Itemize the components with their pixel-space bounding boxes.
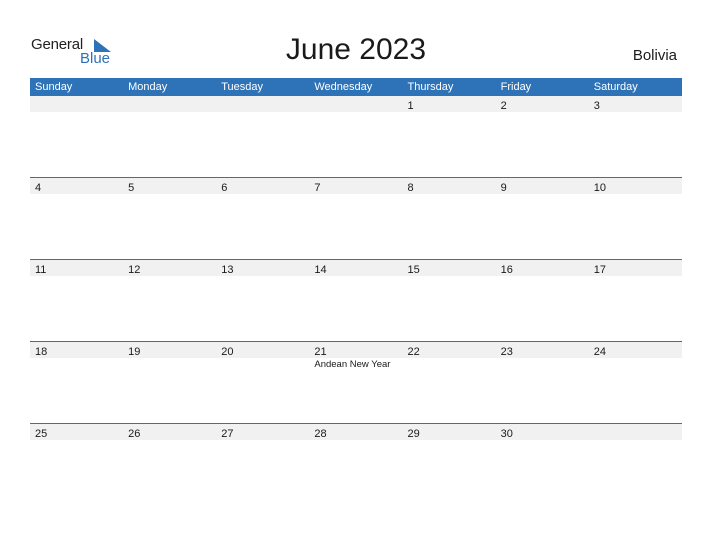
day-number: 10 bbox=[593, 182, 606, 194]
day-cell: 21 bbox=[309, 342, 402, 358]
day-number: 28 bbox=[314, 428, 327, 440]
day-cell bbox=[589, 424, 682, 440]
holiday-label bbox=[30, 358, 123, 371]
day-cell: 16 bbox=[496, 260, 589, 276]
day-cell: 18 bbox=[30, 342, 123, 358]
day-number-strip: 18 19 20 21 22 23 24 bbox=[30, 342, 682, 358]
day-cell: 7 bbox=[309, 178, 402, 194]
day-cell: 27 bbox=[216, 424, 309, 440]
day-cell: 9 bbox=[496, 178, 589, 194]
day-cell: 29 bbox=[403, 424, 496, 440]
day-number-strip: 25 26 27 28 29 30 bbox=[30, 424, 682, 440]
day-cell: 6 bbox=[216, 178, 309, 194]
day-cell: 14 bbox=[309, 260, 402, 276]
day-cell: 25 bbox=[30, 424, 123, 440]
weekday-thursday: Thursday bbox=[407, 81, 454, 93]
day-number: 30 bbox=[500, 428, 513, 440]
day-cell: 22 bbox=[403, 342, 496, 358]
weekday-header: Sunday Monday Tuesday Wednesday Thursday… bbox=[30, 78, 682, 96]
day-cell: 30 bbox=[496, 424, 589, 440]
day-cell: 24 bbox=[589, 342, 682, 358]
day-cell: 11 bbox=[30, 260, 123, 276]
day-number: 1 bbox=[407, 100, 414, 112]
day-number: 14 bbox=[314, 264, 327, 276]
day-cell: 19 bbox=[123, 342, 216, 358]
day-cell: 4 bbox=[30, 178, 123, 194]
weekday-saturday: Saturday bbox=[593, 81, 638, 93]
page-title: June 2023 bbox=[285, 33, 427, 66]
day-number: 24 bbox=[593, 346, 606, 358]
country-label: Bolivia bbox=[632, 47, 677, 64]
day-number: 20 bbox=[221, 346, 234, 358]
day-number: 29 bbox=[407, 428, 420, 440]
day-number: 15 bbox=[407, 264, 420, 276]
weekday-friday: Friday bbox=[500, 81, 532, 93]
day-number: 2 bbox=[500, 100, 507, 112]
week-row: 25 26 27 28 29 30 bbox=[30, 423, 682, 505]
holiday-label bbox=[403, 358, 496, 371]
day-number: 26 bbox=[128, 428, 141, 440]
week-row: 18 19 20 21 22 23 24 Andean New Year bbox=[30, 341, 682, 423]
day-number: 11 bbox=[35, 264, 47, 276]
calendar-grid: Sunday Monday Tuesday Wednesday Thursday… bbox=[30, 78, 682, 505]
weekday-sunday: Sunday bbox=[35, 81, 73, 93]
holiday-label bbox=[496, 358, 589, 371]
day-cell: 15 bbox=[403, 260, 496, 276]
weekday-wednesday: Wednesday bbox=[314, 81, 373, 93]
day-cell: 8 bbox=[403, 178, 496, 194]
holiday-label: Andean New Year bbox=[314, 359, 391, 370]
day-number: 8 bbox=[407, 182, 414, 194]
day-number: 3 bbox=[593, 100, 600, 112]
day-number: 16 bbox=[500, 264, 513, 276]
day-number-strip: 1 2 3 bbox=[30, 96, 682, 112]
day-cell: 28 bbox=[309, 424, 402, 440]
day-number: 9 bbox=[500, 182, 507, 194]
day-number: 12 bbox=[128, 264, 141, 276]
day-cell bbox=[30, 96, 123, 112]
day-cell bbox=[123, 96, 216, 112]
day-cell: 12 bbox=[123, 260, 216, 276]
day-number: 18 bbox=[35, 346, 48, 358]
day-number: 21 bbox=[314, 346, 327, 358]
day-cell: 3 bbox=[589, 96, 682, 112]
day-cell bbox=[216, 96, 309, 112]
day-number: 27 bbox=[221, 428, 234, 440]
day-number: 7 bbox=[314, 182, 321, 194]
day-number-strip: 11 12 13 14 15 16 17 bbox=[30, 260, 682, 276]
day-number: 25 bbox=[35, 428, 48, 440]
day-cell: 20 bbox=[216, 342, 309, 358]
week-row: 11 12 13 14 15 16 17 bbox=[30, 259, 682, 341]
day-number: 17 bbox=[593, 264, 606, 276]
day-cell: 26 bbox=[123, 424, 216, 440]
weekday-monday: Monday bbox=[128, 81, 168, 93]
holiday-label bbox=[216, 358, 309, 371]
day-cell: 13 bbox=[216, 260, 309, 276]
day-cell: 10 bbox=[589, 178, 682, 194]
week-row: 4 5 6 7 8 9 10 bbox=[30, 177, 682, 259]
day-number: 22 bbox=[407, 346, 420, 358]
day-number: 23 bbox=[500, 346, 513, 358]
day-number: 5 bbox=[128, 182, 135, 194]
day-number: 13 bbox=[221, 264, 234, 276]
holiday-label bbox=[589, 358, 682, 371]
week-row: 1 2 3 bbox=[30, 96, 682, 177]
holiday-label bbox=[123, 358, 216, 371]
day-number-strip: 4 5 6 7 8 9 10 bbox=[30, 178, 682, 194]
day-cell: 5 bbox=[123, 178, 216, 194]
day-cell: 17 bbox=[589, 260, 682, 276]
events-strip: Andean New Year bbox=[30, 358, 682, 371]
day-cell: 23 bbox=[496, 342, 589, 358]
day-number: 4 bbox=[35, 182, 42, 194]
weeks-container: 1 2 3 4 5 6 7 8 9 10 11 12 13 14 15 16 17 18 19 20 21 22 23 24 A… bbox=[30, 96, 682, 505]
day-cell: 2 bbox=[496, 96, 589, 112]
day-number: 6 bbox=[221, 182, 228, 194]
day-number: 19 bbox=[128, 346, 141, 358]
weekday-tuesday: Tuesday bbox=[221, 81, 264, 93]
day-cell bbox=[309, 96, 402, 112]
day-cell: 1 bbox=[403, 96, 496, 112]
